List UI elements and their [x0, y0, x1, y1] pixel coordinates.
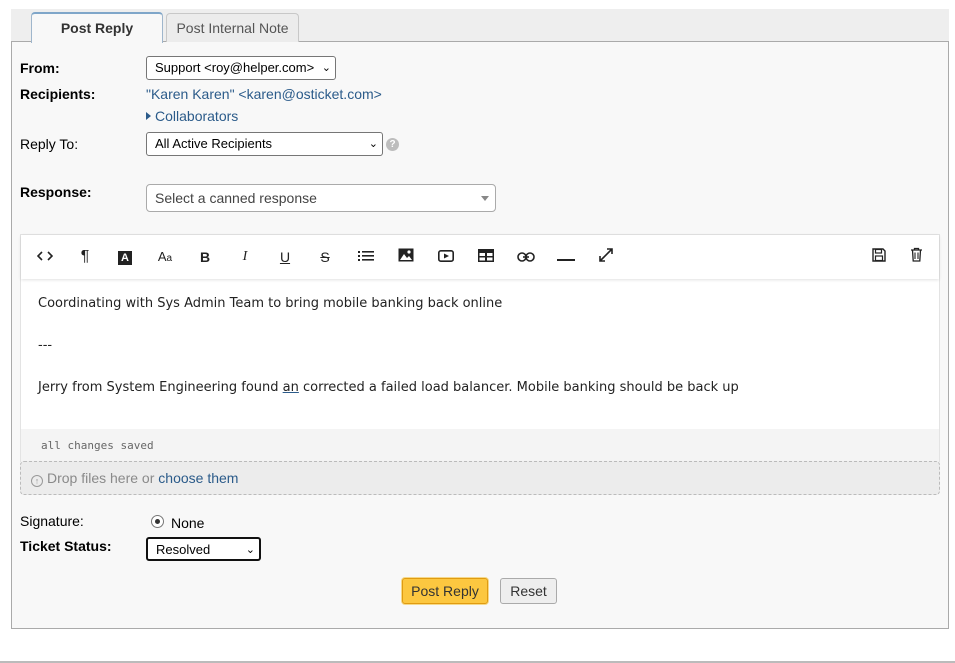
recipients-value[interactable]: "Karen Karen" <karen@osticket.com> [146, 86, 382, 102]
signature-none-radio[interactable] [151, 515, 164, 528]
signature-label: Signature: [20, 513, 84, 529]
chevron-down-icon: ⌄ [321, 62, 331, 74]
reset-button[interactable]: Reset [500, 578, 557, 604]
help-icon[interactable]: ? [386, 138, 399, 151]
editor-content[interactable]: Coordinating with Sys Admin Team to brin… [38, 296, 918, 422]
ticket-status-value: Resolved [156, 542, 211, 557]
editor-text: Jerry from System Engineering found [38, 380, 283, 395]
video-icon[interactable] [434, 247, 458, 267]
caret-right-icon [146, 112, 151, 121]
reply-to-value: All Active Recipients [155, 136, 273, 151]
post-reply-button[interactable]: Post Reply [402, 578, 488, 604]
recipients-label: Recipients: [20, 86, 96, 102]
italic-icon[interactable]: I [233, 247, 257, 267]
draft-status: all changes saved [21, 429, 939, 462]
reply-to-label: Reply To: [20, 136, 79, 152]
collaborators-toggle[interactable]: Collaborators [146, 108, 238, 124]
list-icon[interactable] [354, 247, 378, 267]
tab-bar: Post Reply Post Internal Note [11, 9, 949, 43]
editor-text: corrected a failed load balancer. Mobile… [298, 380, 739, 395]
tab-post-reply[interactable]: Post Reply [31, 12, 163, 43]
editor-line: --- [38, 338, 53, 353]
image-icon[interactable] [394, 247, 418, 267]
paragraph-icon[interactable]: ¶ [73, 247, 97, 267]
underline-icon[interactable]: U [273, 247, 297, 267]
code-icon[interactable] [33, 247, 57, 267]
reply-to-select[interactable]: All Active Recipients ⌄ [146, 132, 383, 156]
collaborators-label: Collaborators [155, 108, 239, 124]
canned-response-placeholder: Select a canned response [155, 190, 317, 206]
horizontal-rule-icon[interactable] [554, 247, 578, 267]
rich-text-editor: ¶ A Aa B I U S Coordinating with Sys Adm… [20, 234, 940, 462]
ticket-status-label: Ticket Status: [20, 538, 112, 554]
response-label: Response: [20, 184, 92, 200]
file-dropzone[interactable]: ↑ Drop files here or choose them [20, 461, 940, 495]
upload-icon: ↑ [31, 475, 43, 487]
ticket-status-select[interactable]: Resolved ⌄ [146, 537, 261, 561]
delete-draft-icon[interactable] [904, 247, 928, 267]
editor-toolbar: ¶ A Aa B I U S [21, 235, 939, 279]
text-color-icon[interactable]: A [113, 247, 137, 267]
chevron-down-icon: ⌄ [245, 544, 255, 556]
link-icon[interactable] [514, 247, 538, 267]
editor-line: Coordinating with Sys Admin Team to brin… [38, 296, 503, 311]
strikethrough-icon[interactable]: S [313, 247, 337, 267]
from-label: From: [20, 60, 60, 76]
dropzone-text: Drop files here or [47, 470, 159, 486]
save-draft-icon[interactable] [867, 247, 891, 267]
spellcheck-word: an [282, 380, 299, 395]
caret-down-icon [481, 196, 489, 201]
fullscreen-icon[interactable] [594, 247, 618, 267]
chevron-down-icon: ⌄ [368, 138, 378, 150]
tab-post-internal-note[interactable]: Post Internal Note [166, 13, 299, 43]
signature-none-label: None [171, 515, 205, 531]
bold-icon[interactable]: B [193, 247, 217, 267]
table-icon[interactable] [474, 247, 498, 267]
font-size-icon[interactable]: Aa [153, 247, 177, 267]
from-select-value: Support <roy@helper.com> [155, 60, 315, 75]
from-select[interactable]: Support <roy@helper.com> ⌄ [146, 56, 336, 80]
editor-line: Jerry from System Engineering found an c… [38, 380, 918, 422]
canned-response-select[interactable]: Select a canned response [146, 184, 496, 212]
choose-files-link[interactable]: choose them [158, 470, 238, 486]
